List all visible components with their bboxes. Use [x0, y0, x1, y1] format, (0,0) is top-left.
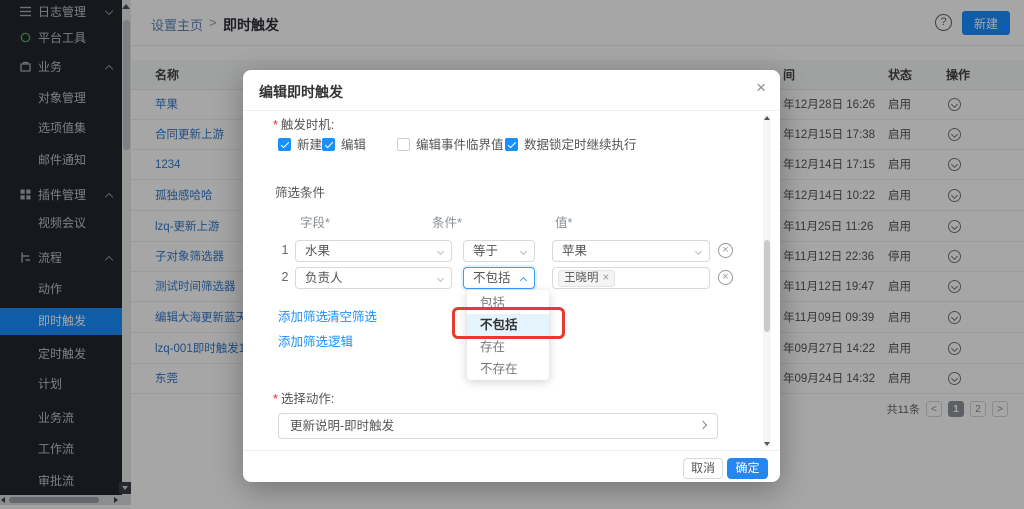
dropdown-option-include[interactable]: 包括: [467, 292, 549, 314]
condition-select-1[interactable]: 等于: [463, 240, 535, 262]
chevron-down-icon: [437, 275, 444, 282]
condition-select-2[interactable]: 不包括: [463, 267, 535, 289]
divider: [243, 450, 780, 451]
dropdown-option-not-include[interactable]: 不包括: [467, 314, 549, 336]
filter-header-condition: 条件*: [432, 212, 462, 231]
checkbox-label: 编辑事件临界值: [416, 138, 504, 152]
required-asterisk: *: [273, 118, 278, 132]
confirm-button[interactable]: 确定: [727, 458, 768, 479]
checkbox-edit[interactable]: 编辑: [322, 138, 366, 154]
filter-header-value: 值*: [555, 212, 572, 231]
checkbox-continue-when-locked[interactable]: 数据锁定时继续执行: [505, 138, 637, 154]
field-select-2[interactable]: 负责人: [295, 267, 452, 289]
required-asterisk: *: [273, 392, 278, 406]
value-tag: 王晓明×: [558, 270, 615, 287]
action-value: 更新说明-即时触发: [290, 419, 394, 433]
add-filter-logic-link[interactable]: 添加筛选逻辑: [278, 331, 353, 350]
chevron-down-icon: [437, 248, 444, 255]
filter-header-field: 字段*: [300, 212, 330, 231]
add-filter-link[interactable]: 添加筛选: [278, 306, 328, 325]
dropdown-option-exists[interactable]: 存在: [467, 336, 549, 358]
checkbox-label: 新建: [297, 138, 322, 152]
value-select-1[interactable]: 苹果: [552, 240, 710, 262]
scroll-up-arrow-icon[interactable]: [764, 116, 770, 120]
chevron-down-icon: [695, 248, 702, 255]
app-screen: 日志管理 平台工具 业务 对象管理 选项值集 邮件通知 插件管理 视频会议 流程…: [0, 0, 1024, 509]
condition-dropdown: 包括 不包括 存在 不存在: [467, 290, 549, 380]
action-picker-input[interactable]: 更新说明-即时触发: [278, 413, 718, 439]
chevron-up-icon: [520, 277, 527, 284]
field-select-1[interactable]: 水果: [295, 240, 452, 262]
filter-row-index: 2: [279, 270, 291, 284]
checkbox-icon[interactable]: [397, 138, 410, 151]
checkbox-label: 编辑: [341, 138, 366, 152]
chevron-right-icon: [699, 421, 707, 429]
checkbox-icon[interactable]: [278, 138, 291, 151]
scroll-down-arrow-icon[interactable]: [764, 442, 770, 446]
chevron-down-icon: [520, 248, 527, 255]
checkbox-edit-event-threshold[interactable]: 编辑事件临界值: [397, 138, 504, 154]
clear-filter-link[interactable]: 清空筛选: [327, 306, 377, 325]
value-select-2[interactable]: 王晓明×: [552, 267, 710, 289]
dropdown-option-not-exists[interactable]: 不存在: [467, 358, 549, 380]
divider: [243, 110, 780, 111]
modal-body-scrollbar[interactable]: [763, 114, 771, 448]
checkbox-icon[interactable]: [322, 138, 335, 151]
close-icon[interactable]: ×: [756, 78, 766, 98]
scrollbar-thumb[interactable]: [764, 240, 770, 332]
remove-filter-row-icon[interactable]: ×: [718, 243, 733, 258]
filter-row-index: 1: [279, 243, 291, 257]
cancel-button[interactable]: 取消: [683, 458, 723, 479]
modal-title: 编辑即时触发: [259, 82, 343, 102]
trigger-timing-label: *触发时机:: [273, 114, 334, 133]
filter-section-title: 筛选条件: [275, 182, 325, 201]
checkbox-icon[interactable]: [505, 138, 518, 151]
remove-filter-row-icon[interactable]: ×: [718, 270, 733, 285]
edit-instant-trigger-modal: 编辑即时触发 × *触发时机: 新建 编辑 编辑事件临界值 数据锁定时继续执行 …: [243, 70, 780, 482]
checkbox-label: 数据锁定时继续执行: [524, 138, 637, 152]
tag-close-icon[interactable]: ×: [603, 272, 610, 284]
select-action-label: *选择动作:: [273, 388, 334, 407]
checkbox-new[interactable]: 新建: [278, 138, 322, 154]
